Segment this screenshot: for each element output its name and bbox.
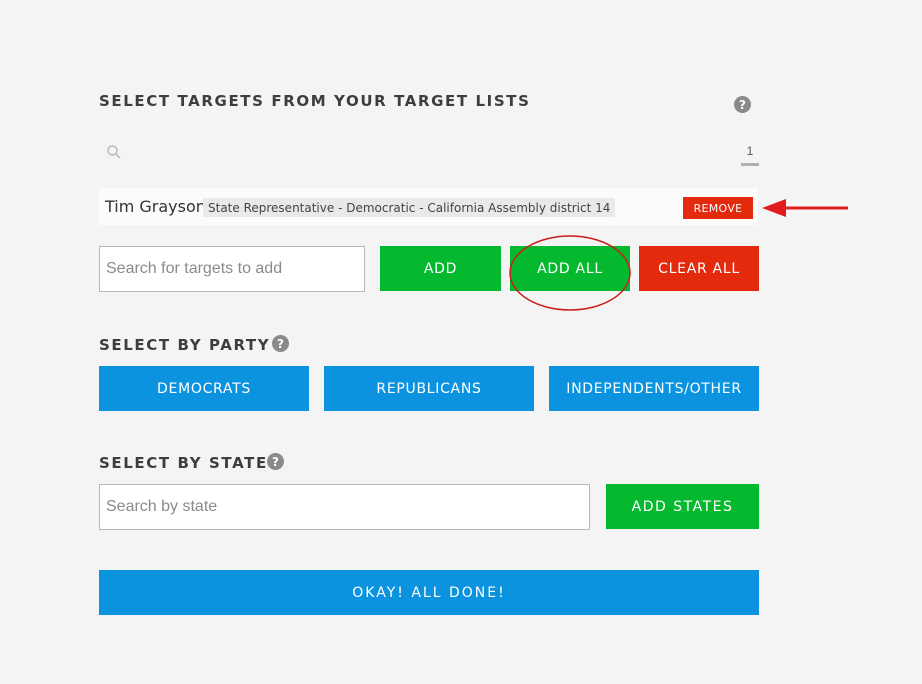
republicans-button[interactable]: REPUBLICANS — [324, 366, 534, 411]
clear-all-button[interactable]: CLEAR ALL — [639, 246, 759, 291]
democrats-button[interactable]: DEMOCRATS — [99, 366, 309, 411]
add-states-button[interactable]: ADD STATES — [606, 484, 759, 529]
annotation-arrow-icon — [762, 199, 848, 217]
search-icon — [106, 144, 122, 160]
independents-button[interactable]: INDEPENDENTS/OTHER — [549, 366, 759, 411]
all-done-button[interactable]: OKAY! ALL DONE! — [99, 570, 759, 615]
remove-button[interactable]: REMOVE — [683, 197, 753, 219]
party-section-title: SELECT BY PARTY — [99, 336, 271, 354]
target-search-input[interactable]: Search for targets to add — [99, 246, 365, 292]
state-section-title: SELECT BY STATE — [99, 454, 268, 472]
state-search-input[interactable]: Search by state — [99, 484, 590, 530]
party-help-icon[interactable]: ? — [272, 335, 289, 352]
page-title: SELECT TARGETS FROM YOUR TARGET LISTS — [99, 92, 531, 110]
target-description-tag: State Representative - Democratic - Cali… — [203, 198, 616, 217]
page-number[interactable]: 1 — [741, 144, 759, 158]
state-help-icon[interactable]: ? — [267, 453, 284, 470]
add-button[interactable]: ADD — [380, 246, 501, 291]
annotation-circle-icon — [509, 235, 631, 311]
target-name: Tim Grayson — [105, 197, 206, 216]
page-indicator-bar — [741, 163, 759, 166]
help-icon[interactable]: ? — [734, 96, 751, 113]
selected-target-row: Tim Grayson State Representative - Democ… — [99, 188, 758, 225]
